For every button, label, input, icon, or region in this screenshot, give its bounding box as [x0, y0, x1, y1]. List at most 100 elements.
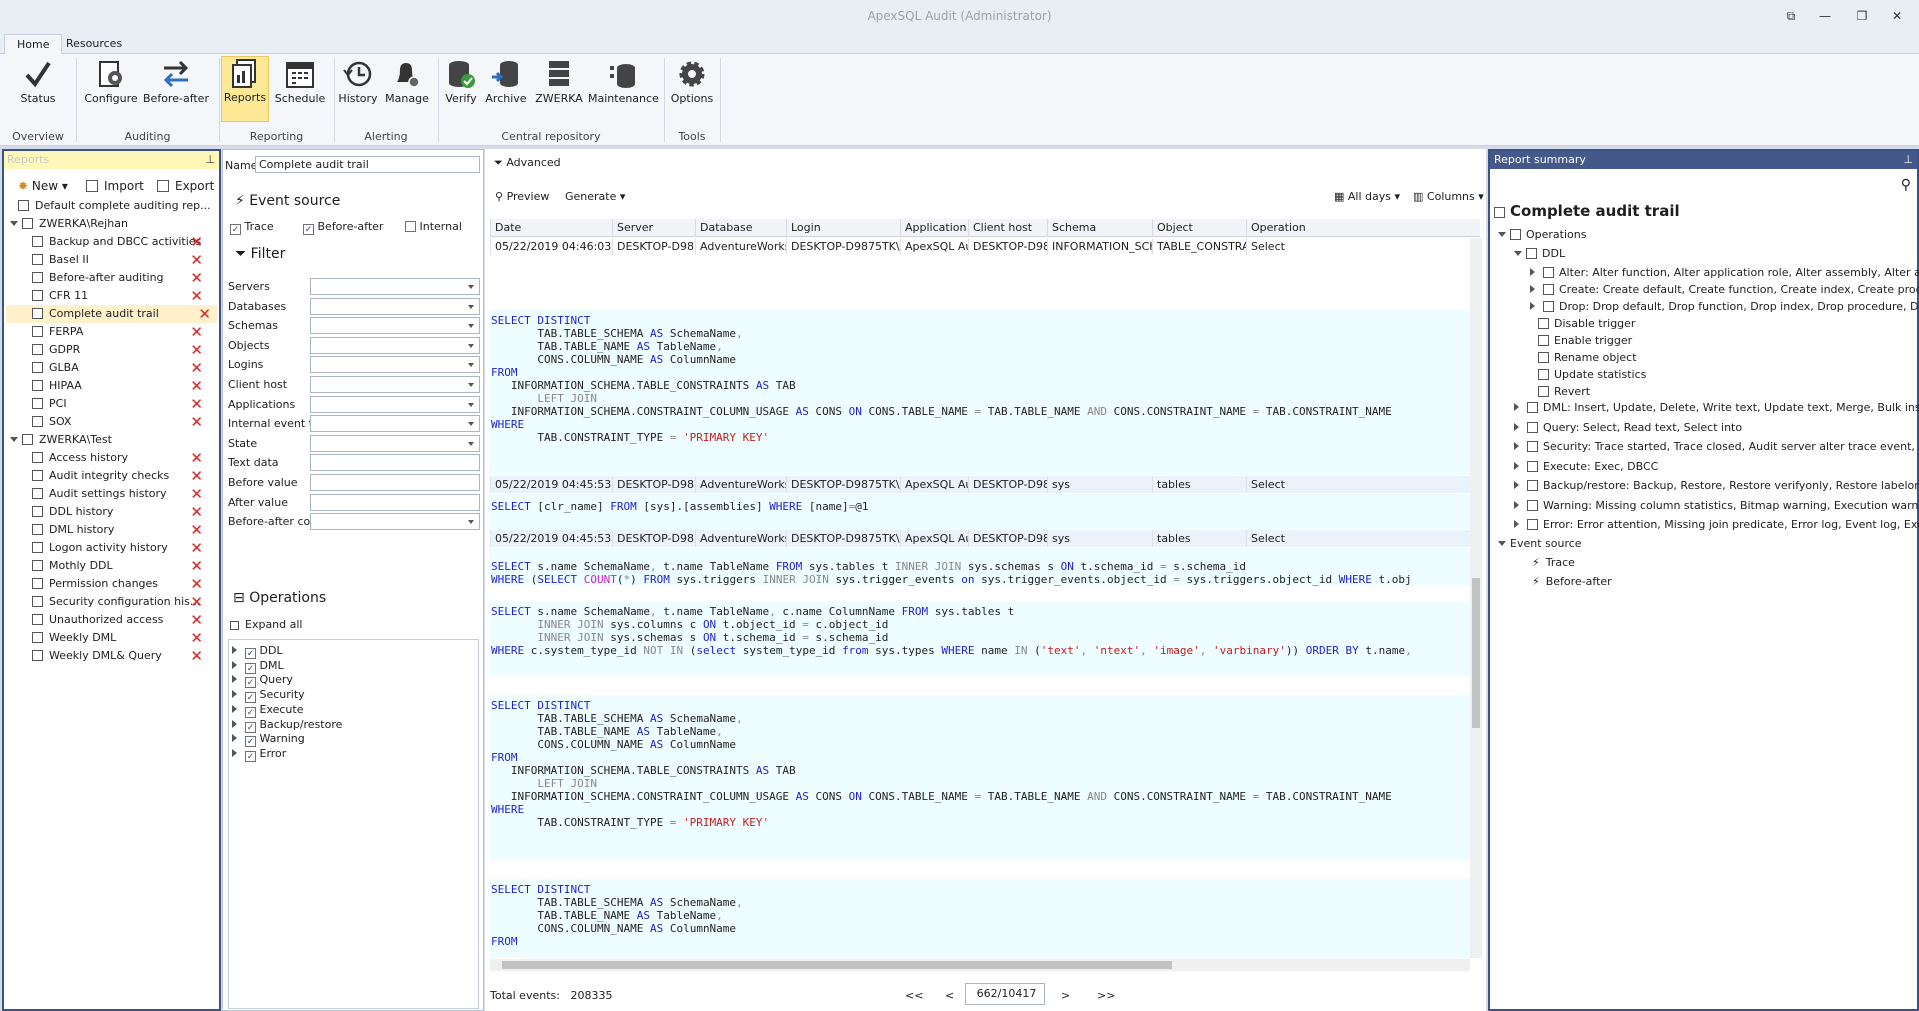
manage-button[interactable]: Manage	[383, 58, 431, 114]
delete-icon[interactable]: ✕	[190, 233, 203, 251]
filter-combo[interactable]	[310, 356, 480, 374]
expand-arrow-icon[interactable]	[1498, 541, 1506, 550]
summary-source-item[interactable]: ⚡ Trace	[1532, 556, 1575, 569]
operation-item[interactable]: ✓ Query	[232, 673, 293, 689]
tab-resources[interactable]: Resources	[54, 34, 134, 55]
vertical-scrollbar[interactable]	[1470, 238, 1482, 958]
delete-icon[interactable]: ✕	[190, 449, 203, 467]
pager-last[interactable]: >>	[1097, 989, 1115, 1002]
delete-icon[interactable]: ✕	[190, 503, 203, 521]
operation-item[interactable]: ✓ Security	[232, 688, 305, 704]
checkbox-checked[interactable]: ✓	[245, 721, 256, 733]
summary-op-category[interactable]: Security: Trace started, Trace closed, A…	[1514, 440, 1919, 453]
filter-text-input[interactable]	[310, 493, 480, 511]
filter-text-input[interactable]	[310, 474, 480, 491]
summary-op-category[interactable]: Backup/restore: Backup, Restore, Restore…	[1514, 479, 1919, 492]
expand-arrow-icon[interactable]	[232, 646, 241, 654]
report-item[interactable]: Audit integrity checks ✕	[32, 467, 209, 485]
horizontal-scroll-thumb[interactable]	[502, 961, 1172, 969]
filter-combo[interactable]	[310, 376, 480, 393]
operation-item[interactable]: ✓ Backup/restore	[232, 718, 342, 733]
all-days-dropdown[interactable]: ▦ All days ▾	[1334, 190, 1400, 203]
zwerka-server-button[interactable]: ZWERKA	[533, 58, 585, 114]
report-item[interactable]: Weekly DML& Query ✕	[32, 647, 209, 665]
operation-item[interactable]: ✓ DML	[232, 659, 284, 674]
pin-icon[interactable]: ⊥	[205, 151, 215, 169]
report-item[interactable]: Basel II ✕	[32, 251, 209, 269]
source-internal-checkbox[interactable]: Internal	[405, 220, 462, 233]
maintenance-button[interactable]: Maintenance	[588, 58, 659, 114]
filter-combo[interactable]	[310, 415, 480, 433]
report-item[interactable]: FERPA ✕	[32, 323, 209, 341]
report-item[interactable]: GLBA ✕	[32, 359, 209, 377]
checkbox-checked[interactable]: ✓	[245, 677, 256, 689]
expand-arrow-icon[interactable]	[232, 660, 241, 669]
checkbox-checked[interactable]: ✓	[245, 750, 256, 762]
summary-op-category[interactable]: Warning: Missing column statistics, Bitm…	[1514, 499, 1919, 512]
status-button[interactable]: Status	[14, 58, 62, 114]
delete-icon[interactable]: ✕	[190, 575, 203, 593]
pin-icon[interactable]: ⊥	[1903, 151, 1913, 169]
expand-arrow-icon[interactable]	[1514, 251, 1522, 260]
expand-arrow-icon[interactable]	[1530, 302, 1539, 310]
preview-button[interactable]: ⚲ Preview	[495, 190, 549, 203]
collapse-box-icon[interactable]: ⊟	[233, 590, 245, 606]
operation-item[interactable]: ✓ Error	[232, 747, 286, 762]
report-item[interactable]: Unauthorized access ✕	[32, 611, 209, 629]
column-header[interactable]: Schema	[1047, 219, 1152, 237]
delete-icon[interactable]: ✕	[190, 647, 203, 665]
schedule-button[interactable]: Schedule	[273, 58, 327, 114]
filter-combo[interactable]	[310, 434, 480, 452]
vertical-scroll-thumb[interactable]	[1472, 578, 1480, 728]
filter-text-input[interactable]	[310, 454, 480, 472]
report-item[interactable]: Default complete auditing rep...	[18, 197, 211, 215]
delete-icon[interactable]: ✕	[190, 557, 203, 575]
summary-ddl-item[interactable]: Rename object	[1538, 351, 1637, 364]
summary-ddl-item[interactable]: Enable trigger	[1538, 334, 1632, 347]
filter-combo[interactable]	[310, 513, 480, 531]
before-after-button[interactable]: Before-after	[143, 58, 209, 114]
report-item[interactable]: Before-after auditing ✕	[32, 269, 209, 287]
checkbox-checked[interactable]: ✓	[245, 648, 256, 659]
delete-icon[interactable]: ✕	[190, 341, 203, 359]
column-header[interactable]: Server	[612, 219, 695, 237]
report-item[interactable]: PCI ✕	[32, 395, 209, 413]
expand-arrow-icon[interactable]	[232, 675, 241, 684]
operation-item[interactable]: ✓ DDL	[232, 644, 283, 659]
archive-button[interactable]: Archive	[485, 58, 527, 114]
delete-icon[interactable]: ✕	[190, 611, 203, 629]
pager-first[interactable]: <<	[905, 989, 923, 1002]
maximize-button[interactable]: ❐	[1845, 4, 1879, 28]
expand-arrow-icon[interactable]	[1514, 461, 1523, 470]
expand-arrow-icon[interactable]	[1498, 232, 1506, 241]
horizontal-scrollbar[interactable]	[490, 959, 1470, 971]
report-item[interactable]: GDPR ✕	[32, 341, 209, 359]
checkbox-checked[interactable]: ✓	[245, 736, 256, 748]
expand-arrow-icon[interactable]	[10, 437, 18, 446]
source-before-after-checkbox[interactable]: ✓ Before-after	[303, 220, 383, 235]
new-report-button[interactable]: ✸ New ▾	[18, 179, 68, 193]
options-button[interactable]: Options	[668, 58, 716, 114]
report-group[interactable]: ZWERKA\Test	[10, 431, 209, 449]
report-item[interactable]: Backup and DBCC activities ✕	[32, 233, 209, 251]
import-button[interactable]: Import	[86, 179, 144, 193]
filter-combo[interactable]	[310, 278, 480, 295]
delete-icon[interactable]: ✕	[190, 629, 203, 647]
report-group[interactable]: ZWERKA\Rejhan	[10, 215, 209, 233]
export-button[interactable]: Export	[157, 179, 214, 193]
summary-op-category[interactable]: Execute: Exec, DBCC	[1514, 460, 1658, 473]
table-row[interactable]: 05/22/2019 04:45:53.847 PMDESKTOP-D9875T…	[490, 476, 1470, 493]
delete-icon[interactable]: ✕	[190, 539, 203, 557]
report-name-input[interactable]: Complete audit trail	[255, 156, 480, 173]
delete-icon[interactable]: ✕	[190, 593, 203, 611]
report-item[interactable]: Permission changes ✕	[32, 575, 209, 593]
summary-source-item[interactable]: ⚡ Before-after	[1532, 575, 1612, 588]
expand-arrow-icon[interactable]	[232, 734, 241, 743]
page-input[interactable]: 662/10417	[965, 983, 1045, 1005]
table-row[interactable]: 05/22/2019 04:46:03.447 PMDESKTOP-D9875T…	[490, 238, 1470, 255]
expand-arrow-icon[interactable]	[1514, 422, 1523, 431]
report-item[interactable]: CFR 11 ✕	[32, 287, 209, 305]
table-row[interactable]: 05/22/2019 04:45:53.837 PMDESKTOP-D9875T…	[490, 530, 1470, 547]
source-trace-checkbox[interactable]: ✓ Trace	[230, 220, 274, 235]
filter-combo[interactable]	[310, 395, 480, 413]
